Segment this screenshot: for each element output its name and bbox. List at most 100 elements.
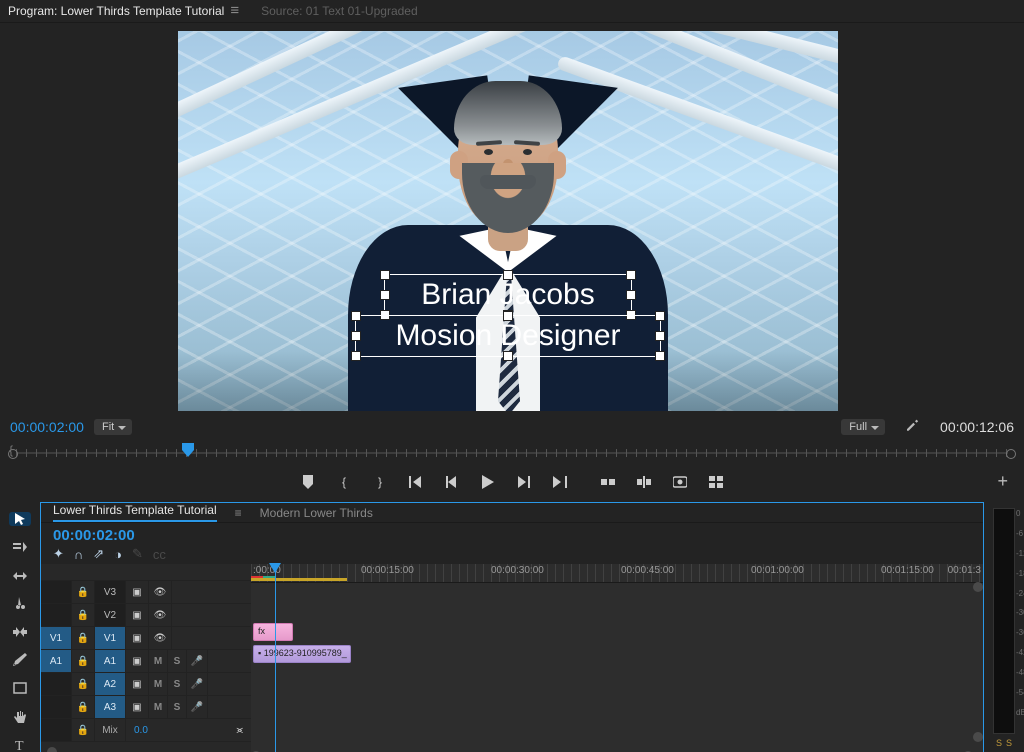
- play-button[interactable]: [479, 473, 497, 491]
- linked-selection-icon[interactable]: ⇗: [93, 546, 104, 562]
- lock-icon[interactable]: 🔒: [72, 719, 95, 741]
- resize-handle[interactable]: [503, 351, 513, 361]
- resize-handle[interactable]: [380, 270, 390, 280]
- step-forward-button[interactable]: [515, 473, 533, 491]
- track-select-tool[interactable]: [9, 540, 31, 554]
- sync-lock-icon[interactable]: ▣: [126, 604, 149, 626]
- source-v1[interactable]: V1: [41, 627, 72, 649]
- source-tab-label[interactable]: Source: 01 Text 01-Upgraded: [261, 4, 418, 18]
- lock-icon[interactable]: 🔒: [72, 696, 95, 718]
- toggle-output-icon[interactable]: 👁: [149, 581, 172, 603]
- resize-handle[interactable]: [351, 311, 361, 321]
- cc-icon[interactable]: cc: [153, 547, 166, 562]
- mix-expand-icon[interactable]: ⪤: [237, 725, 244, 736]
- program-tab-label[interactable]: Program: Lower Thirds Template Tutorial: [8, 4, 224, 18]
- go-to-out-button[interactable]: [551, 473, 569, 491]
- sync-lock-icon[interactable]: ▣: [126, 696, 149, 718]
- settings-icon[interactable]: [907, 418, 922, 436]
- type-tool[interactable]: T: [9, 738, 31, 752]
- lock-icon[interactable]: 🔒: [72, 673, 95, 695]
- comparison-view-button[interactable]: [707, 473, 725, 491]
- mix-value[interactable]: 0.0: [134, 725, 148, 736]
- lock-icon[interactable]: 🔒: [72, 604, 95, 626]
- sequence-tab-active[interactable]: Lower Thirds Template Tutorial: [53, 503, 217, 522]
- mark-in-button[interactable]: {: [335, 473, 353, 491]
- mute-button[interactable]: M: [149, 696, 168, 718]
- zoom-handle[interactable]: [47, 747, 57, 752]
- solo-button[interactable]: S: [168, 696, 187, 718]
- hand-tool[interactable]: [9, 710, 31, 724]
- graphics-clip[interactable]: fx: [253, 623, 293, 641]
- timeline-timecode[interactable]: 00:00:02:00: [53, 527, 135, 544]
- program-monitor[interactable]: Brian Jacobs Mosion Designer: [178, 31, 838, 411]
- button-editor-icon[interactable]: +: [997, 471, 1008, 492]
- solo-right[interactable]: S: [1006, 738, 1012, 748]
- go-to-in-button[interactable]: [407, 473, 425, 491]
- marker-settings-icon[interactable]: ◑: [114, 547, 122, 562]
- track-a1[interactable]: A1: [95, 650, 126, 672]
- resize-handle[interactable]: [351, 351, 361, 361]
- rectangle-tool[interactable]: [9, 681, 31, 695]
- lower-third-line2[interactable]: Mosion Designer: [355, 315, 661, 357]
- resize-handle[interactable]: [351, 331, 361, 341]
- track-v2[interactable]: V2: [95, 604, 126, 626]
- mark-out-button[interactable]: }: [371, 473, 389, 491]
- settings-wrench-icon[interactable]: ✎: [132, 546, 143, 562]
- mix-track[interactable]: Mix: [95, 719, 126, 741]
- step-back-button[interactable]: [443, 473, 461, 491]
- lift-button[interactable]: [599, 473, 617, 491]
- zoom-dropdown[interactable]: Fit: [94, 419, 132, 435]
- resize-handle[interactable]: [380, 290, 390, 300]
- solo-button[interactable]: S: [168, 650, 187, 672]
- lower-third-line1[interactable]: Brian Jacobs: [384, 274, 632, 316]
- track-v3[interactable]: V3: [95, 581, 126, 603]
- resolution-dropdown[interactable]: Full: [841, 419, 885, 435]
- resize-handle[interactable]: [626, 270, 636, 280]
- voiceover-icon[interactable]: 🎤: [187, 696, 208, 718]
- solo-left[interactable]: S: [996, 738, 1002, 748]
- vertical-scrollbar[interactable]: [973, 582, 983, 742]
- add-marker-button[interactable]: [299, 473, 317, 491]
- toggle-output-icon[interactable]: 👁: [149, 627, 172, 649]
- current-timecode[interactable]: 00:00:02:00: [10, 419, 84, 435]
- extract-button[interactable]: [635, 473, 653, 491]
- solo-button[interactable]: S: [168, 673, 187, 695]
- lock-icon[interactable]: 🔒: [72, 650, 95, 672]
- toggle-output-icon[interactable]: 👁: [149, 604, 172, 626]
- panel-menu-icon[interactable]: ≡: [235, 506, 242, 520]
- selection-tool[interactable]: [9, 512, 31, 526]
- resize-handle[interactable]: [655, 331, 665, 341]
- zoom-handle[interactable]: [1006, 449, 1016, 459]
- time-ruler[interactable]: :00:00 00:00:15:00 00:00:30:00 00:00:45:…: [251, 564, 983, 583]
- resize-handle[interactable]: [503, 270, 513, 280]
- resize-handle[interactable]: [655, 311, 665, 321]
- track-a2[interactable]: A2: [95, 673, 126, 695]
- ripple-edit-tool[interactable]: [9, 568, 31, 582]
- sync-lock-icon[interactable]: ▣: [126, 673, 149, 695]
- sync-lock-icon[interactable]: ▣: [126, 581, 149, 603]
- track-a3[interactable]: A3: [95, 696, 126, 718]
- sequence-tab[interactable]: Modern Lower Thirds: [260, 506, 373, 520]
- resize-handle[interactable]: [626, 290, 636, 300]
- mute-button[interactable]: M: [149, 650, 168, 672]
- track-v1[interactable]: V1: [95, 627, 126, 649]
- voiceover-icon[interactable]: 🎤: [187, 673, 208, 695]
- video-clip[interactable]: ▪ 199623-910995789_: [253, 645, 351, 663]
- resize-handle[interactable]: [503, 311, 513, 321]
- program-timebar[interactable]: {: [10, 443, 1014, 461]
- panel-menu-icon[interactable]: ≡: [230, 6, 239, 16]
- source-a1[interactable]: A1: [41, 650, 72, 672]
- lock-icon[interactable]: 🔒: [72, 581, 95, 603]
- lock-icon[interactable]: 🔒: [72, 627, 95, 649]
- voiceover-icon[interactable]: 🎤: [187, 650, 208, 672]
- razor-tool[interactable]: [9, 597, 31, 611]
- sync-lock-icon[interactable]: ▣: [126, 650, 149, 672]
- resize-handle[interactable]: [655, 351, 665, 361]
- work-area-bar[interactable]: [251, 578, 347, 581]
- zoom-handle[interactable]: [8, 449, 18, 459]
- pen-tool[interactable]: [9, 653, 31, 667]
- insert-sequence-icon[interactable]: ✦: [53, 546, 64, 562]
- snap-icon[interactable]: ∩: [74, 547, 83, 562]
- mute-button[interactable]: M: [149, 673, 168, 695]
- export-frame-button[interactable]: [671, 473, 689, 491]
